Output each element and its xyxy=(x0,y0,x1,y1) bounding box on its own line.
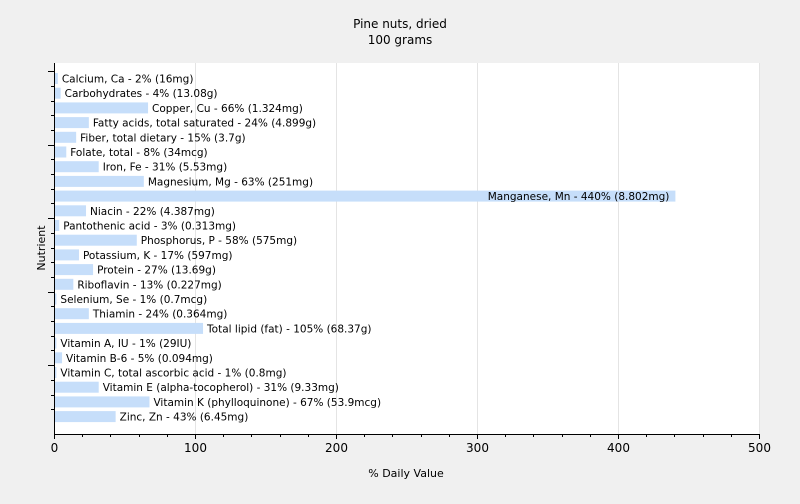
bar-protein xyxy=(55,264,94,276)
x-tick-label-400: 400 xyxy=(607,441,630,455)
bar-label-selenium-se: Selenium, Se - 1% (0.7mcg) xyxy=(60,294,207,306)
bar-carbohydrates xyxy=(55,87,61,99)
x-tick-label-200: 200 xyxy=(325,441,348,455)
bar-vitamin-e-alpha-tocopherol xyxy=(55,381,99,393)
bar-total-lipid-fat xyxy=(55,322,204,334)
bar-label-fiber-total-dietary: Fiber, total dietary - 15% (3.7g) xyxy=(80,132,245,144)
bar-magnesium-mg xyxy=(55,175,144,187)
bar-label-magnesium-mg: Magnesium, Mg - 63% (251mg) xyxy=(148,176,313,188)
chart-title: Pine nuts, dried xyxy=(353,17,447,31)
bar-label-manganese-mn: Manganese, Mn - 440% (8.802mg) xyxy=(488,191,670,203)
bar-riboflavin xyxy=(55,278,74,290)
bar-label-niacin: Niacin - 22% (4.387mg) xyxy=(90,206,215,218)
bar-selenium-se xyxy=(55,293,57,305)
bar-label-protein: Protein - 27% (13.69g) xyxy=(97,265,216,277)
bar-label-zinc-zn: Zinc, Zn - 43% (6.45mg) xyxy=(120,412,249,424)
bar-thiamin xyxy=(55,308,89,320)
bar-label-copper-cu: Copper, Cu - 66% (1.324mg) xyxy=(152,103,303,115)
y-axis-title: Nutrient xyxy=(35,225,48,271)
bar-folate-total xyxy=(55,146,67,158)
bar-label-riboflavin: Riboflavin - 13% (0.227mg) xyxy=(77,279,221,291)
x-axis-title: % Daily Value xyxy=(368,467,444,480)
bar-label-thiamin: Thiamin - 24% (0.364mg) xyxy=(92,309,228,321)
chart-subtitle: 100 grams xyxy=(368,33,433,47)
bar-label-pantothenic-acid: Pantothenic acid - 3% (0.313mg) xyxy=(63,221,236,233)
bar-calcium-ca xyxy=(55,73,58,84)
bar-potassium-k xyxy=(55,249,79,261)
bar-label-phosphorus-p: Phosphorus, P - 58% (575mg) xyxy=(141,235,297,247)
bar-label-carbohydrates: Carbohydrates - 4% (13.08g) xyxy=(65,88,218,100)
bar-niacin xyxy=(55,205,87,217)
x-tick-label-500: 500 xyxy=(748,441,771,455)
bar-label-fatty-acids-total-saturated: Fatty acids, total saturated - 24% (4.89… xyxy=(93,118,316,130)
bar-copper-cu xyxy=(55,102,149,114)
bar-label-folate-total: Folate, total - 8% (34mcg) xyxy=(70,147,207,159)
x-tick-label-0: 0 xyxy=(51,441,59,455)
bar-label-calcium-ca: Calcium, Ca - 2% (16mg) xyxy=(62,74,194,86)
bar-label-total-lipid-fat: Total lipid (fat) - 105% (68.37g) xyxy=(206,323,371,335)
x-tick-label-100: 100 xyxy=(184,441,207,455)
bar-label-vitamin-e-alpha-tocopherol: Vitamin E (alpha-tocopherol) - 31% (9.33… xyxy=(103,382,339,394)
bar-label-potassium-k: Potassium, K - 17% (597mg) xyxy=(83,250,233,262)
chart-svg: Calcium, Ca - 2% (16mg) Carbohydrates - 4… xyxy=(0,0,800,500)
bar-iron-fe xyxy=(55,161,99,173)
bar-vitamin-b-6 xyxy=(55,352,63,364)
bar-label-vitamin-c-total-ascorbic-acid: Vitamin C, total ascorbic acid - 1% (0.8… xyxy=(60,368,286,380)
bar-label-vitamin-k-phylloquinone: Vitamin K (phylloquinone) - 67% (53.9mcg… xyxy=(153,397,381,409)
x-tick-label-300: 300 xyxy=(466,441,489,455)
bar-vitamin-c-total-ascorbic-acid xyxy=(55,367,57,378)
bar-fatty-acids-total-saturated xyxy=(55,117,89,129)
bar-label-vitamin-a-iu: Vitamin A, IU - 1% (29IU) xyxy=(60,338,191,350)
nutrient-chart: Calcium, Ca - 2% (16mg) Carbohydrates - 4… xyxy=(0,0,800,500)
bar-fiber-total-dietary xyxy=(55,131,77,143)
bar-label-iron-fe: Iron, Fe - 31% (5.53mg) xyxy=(103,162,227,174)
bar-pantothenic-acid xyxy=(55,220,60,231)
bar-zinc-zn xyxy=(55,411,116,423)
bar-label-vitamin-b-6: Vitamin B-6 - 5% (0.094mg) xyxy=(66,353,213,365)
bar-vitamin-k-phylloquinone xyxy=(55,396,150,408)
bar-vitamin-a-iu xyxy=(55,337,57,349)
bar-phosphorus-p xyxy=(55,234,137,246)
